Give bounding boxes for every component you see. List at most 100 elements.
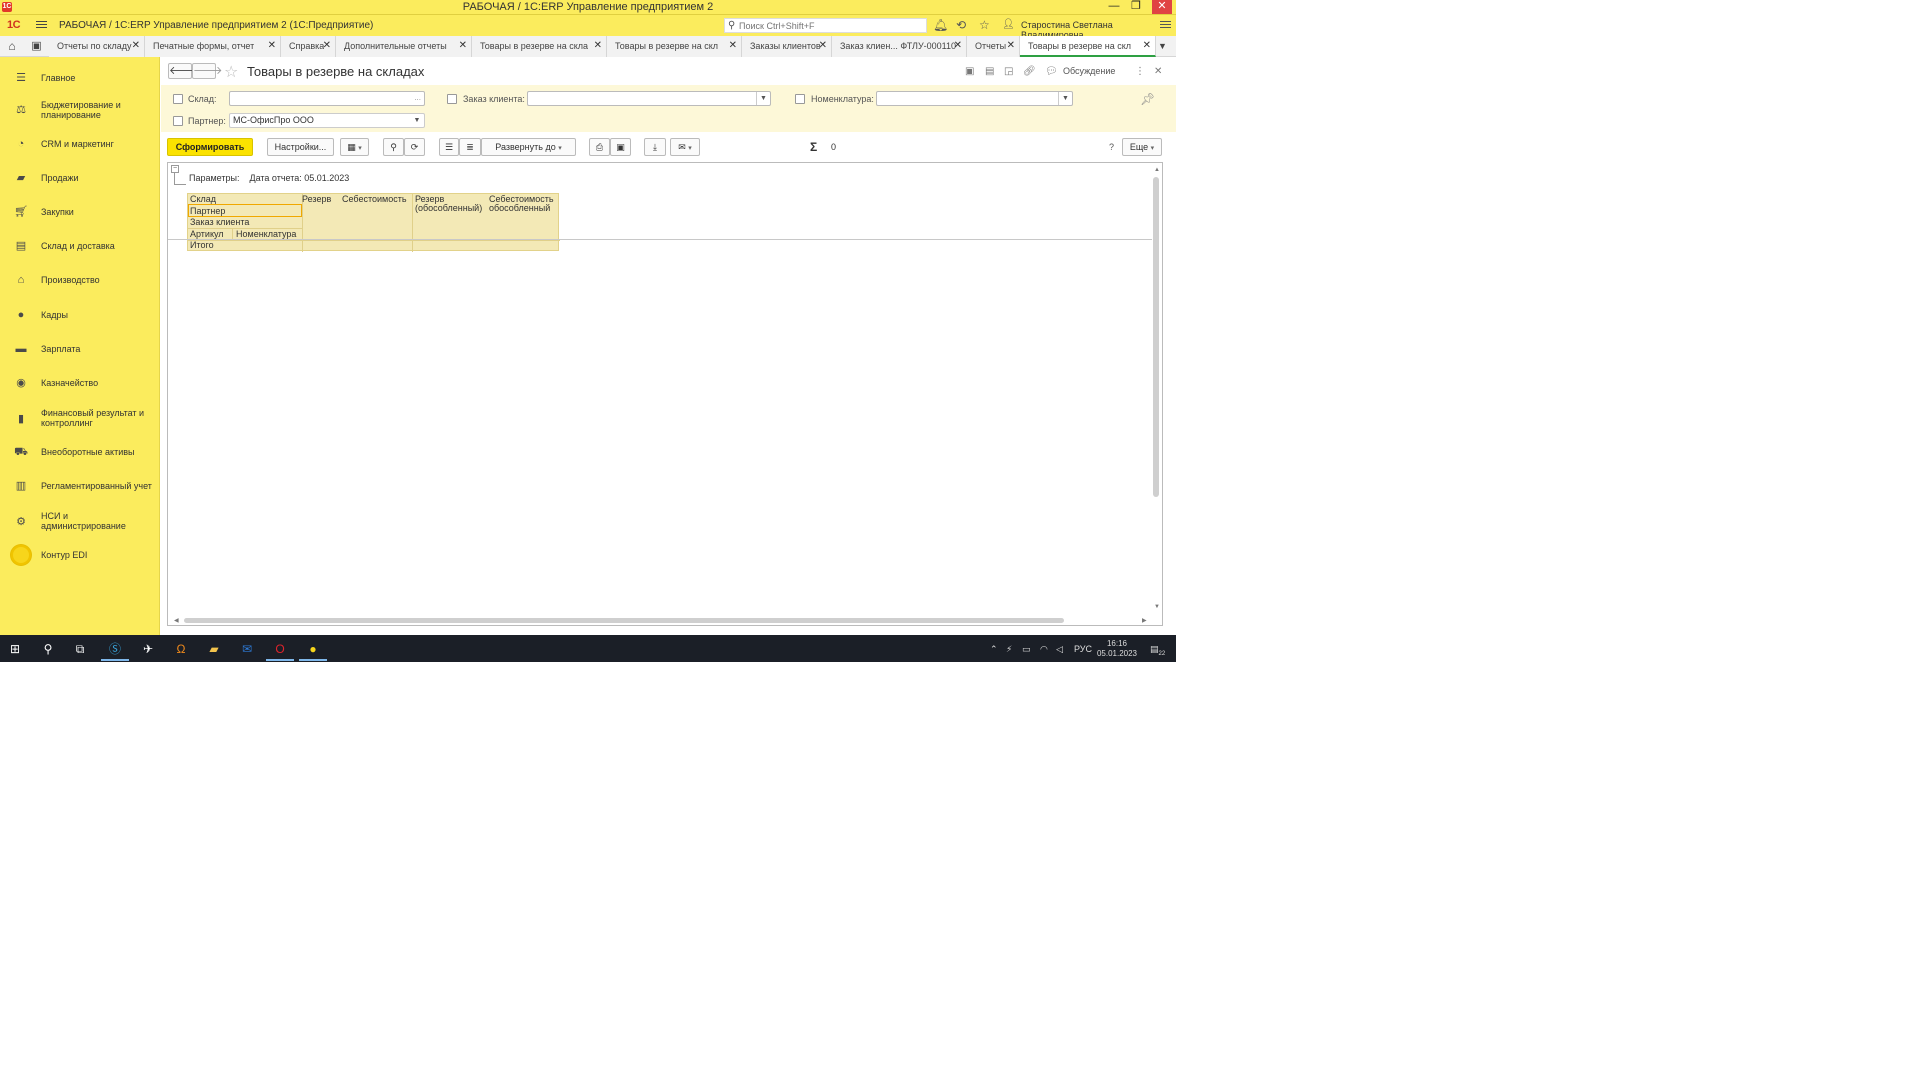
1c-taskbar-icon[interactable]: ● <box>304 640 322 658</box>
tab-pechatnye-formy[interactable]: Печатные формы, отчет ✕ <box>145 36 281 57</box>
more-vertical-icon[interactable]: ⋮ <box>1135 66 1145 77</box>
discussion-button[interactable]: Обсуждение <box>1063 66 1115 76</box>
row-header-partner[interactable]: Партнер <box>190 207 225 216</box>
close-tab-icon[interactable]: ✕ <box>459 40 467 51</box>
zakaz-klienta-field[interactable]: ▼ <box>527 91 771 106</box>
dropdown-icon[interactable]: ▼ <box>1058 92 1072 105</box>
tab-dopolnitelnye-otchety[interactable]: Дополнительные отчеты ✕ <box>336 36 472 57</box>
messenger-icon[interactable]: ✈ <box>139 640 157 658</box>
close-tab-icon[interactable]: ✕ <box>268 40 276 51</box>
close-tab-icon[interactable]: ✕ <box>132 40 140 51</box>
horizontal-scrollbar[interactable] <box>184 618 1064 623</box>
sidebar-item-zarplata[interactable]: ▬ Зарплата <box>0 334 160 364</box>
partner-field[interactable]: МС-ОфисПро ООО ▼ <box>229 113 425 128</box>
select-dots-icon[interactable]: ... <box>414 93 421 102</box>
home-icon[interactable]: ⌂ <box>0 36 24 57</box>
task-view-icon[interactable]: ⧉ <box>71 640 89 658</box>
forward-button[interactable]: 🡒 <box>192 63 223 79</box>
save-icon[interactable]: ▣ <box>965 66 974 77</box>
tray-expand-icon[interactable]: ⌃ <box>990 644 998 655</box>
scroll-down-icon[interactable]: ▼ <box>1154 604 1160 610</box>
sklad-field[interactable]: ... <box>229 91 425 106</box>
tray-volume-icon[interactable]: ◁ <box>1056 644 1063 655</box>
help-icon[interactable]: ? <box>1109 142 1114 152</box>
sidebar-item-crm[interactable]: ◔ CRM и маркетинг <box>0 129 160 159</box>
col-header-rezerv-obosob[interactable]: Резерв (обособленный) <box>415 195 485 213</box>
start-windows-icon[interactable]: ⊞ <box>6 640 24 658</box>
settings-menu-icon[interactable] <box>1160 21 1171 30</box>
back-button[interactable]: 🡐 <box>168 63 199 79</box>
row-itogo[interactable]: Итого <box>190 241 214 250</box>
sidebar-item-glavnoe[interactable]: ☰ Главное <box>0 60 160 90</box>
pin-icon[interactable]: 📌︎ <box>1140 92 1155 106</box>
save-to-file-button[interactable]: ⤓ <box>644 138 666 156</box>
search-next-button[interactable]: ⟳ <box>404 138 425 156</box>
minimize-button[interactable]: — <box>1104 0 1124 14</box>
opera-icon[interactable]: O <box>271 640 289 658</box>
partner-checkbox[interactable] <box>173 116 183 126</box>
tray-network-icon[interactable]: ⚡ <box>1006 644 1012 655</box>
close-tab-icon[interactable]: ✕ <box>729 40 737 51</box>
zakaz-klienta-checkbox[interactable] <box>447 94 457 104</box>
skype-icon[interactable]: Ⓢ <box>106 640 124 658</box>
find-icon[interactable]: ◲ <box>1004 66 1013 77</box>
generate-report-button[interactable]: Сформировать <box>167 138 253 156</box>
search-input[interactable] <box>739 20 924 32</box>
sidebar-item-nsi[interactable]: ⚙ НСИ и администрирование <box>0 506 160 536</box>
nomenklatura-checkbox[interactable] <box>795 94 805 104</box>
expand-to-dropdown[interactable]: Развернуть до ▾ <box>481 138 576 156</box>
history-icon[interactable]: ⟲ <box>956 18 966 32</box>
maximize-button[interactable]: ❐ <box>1126 0 1146 14</box>
expand-groups-button[interactable]: ☰ <box>439 138 459 156</box>
sidebar-item-kontur-edi[interactable]: Контур EDI <box>0 540 160 570</box>
sidebar-item-reglament[interactable]: ▥ Регламентированный учет <box>0 471 160 501</box>
sidebar-item-finrezultat[interactable]: ▮ Финансовый результат и контроллинг <box>0 403 160 433</box>
close-tab-icon[interactable]: ✕ <box>594 40 602 51</box>
system-clock[interactable]: 16:16 05.01.2023 <box>1096 639 1138 659</box>
favorite-star-icon[interactable]: ☆ <box>224 62 238 82</box>
more-button[interactable]: Еще ▾ <box>1122 138 1162 156</box>
report-document[interactable]: − Параметры: Дата отчета: 05.01.2023 Скла… <box>167 162 1163 626</box>
global-search[interactable]: ⚲ <box>724 18 927 33</box>
notifications-icon[interactable]: ▤22 <box>1150 644 1165 657</box>
print-preview-icon[interactable]: ▤ <box>985 66 994 77</box>
close-tab-icon[interactable]: ✕ <box>323 40 331 51</box>
sidebar-item-kadry[interactable]: ● Кадры <box>0 300 160 330</box>
close-tab-icon[interactable]: ✕ <box>1143 40 1151 51</box>
collapse-groups-button[interactable]: ≣ <box>459 138 481 156</box>
tab-otchety-po-skladu[interactable]: Отчеты по складу ✕ <box>49 36 145 57</box>
tab-tovary-v-rezerve-2[interactable]: Товары в резерве на скл ✕ <box>607 36 742 57</box>
tab-otchety[interactable]: Отчеты ✕ <box>967 36 1020 57</box>
favorites-star-icon[interactable]: ☆ <box>979 18 990 32</box>
close-tab-icon[interactable]: ✕ <box>819 40 827 51</box>
tab-tovary-v-rezerve-1[interactable]: Товары в резерве на скла ✕ <box>472 36 607 57</box>
sidebar-item-proizvodstvo[interactable]: ⌂ Производство <box>0 265 160 295</box>
outlook-icon[interactable]: ✉ <box>238 640 256 658</box>
tab-spravka[interactable]: Справка ✕ <box>281 36 336 57</box>
user-icon[interactable]: 👤︎ <box>1002 19 1015 30</box>
scroll-left-icon[interactable]: ◀ <box>174 617 179 624</box>
tab-zakaz-klienta[interactable]: Заказ клиен... ФТЛУ-000110 ✕ <box>832 36 967 57</box>
tabs-more-chevron-icon[interactable]: ▼ <box>1158 41 1167 51</box>
sidebar-item-kaznacheystvo[interactable]: ◉ Казначейство <box>0 368 160 398</box>
folder-icon[interactable]: ▰ <box>205 640 223 658</box>
sum-icon[interactable]: Σ <box>810 140 817 154</box>
row-header-nomenklatura[interactable]: Номенклатура <box>236 230 296 239</box>
close-form-icon[interactable]: ✕ <box>1154 66 1162 77</box>
link-icon[interactable]: 🔗︎ <box>1023 66 1036 77</box>
sidebar-item-sklad[interactable]: ▤ Склад и доставка <box>0 231 160 261</box>
sidebar-item-prodazhi[interactable]: ▰ Продажи <box>0 163 160 193</box>
vertical-scrollbar[interactable] <box>1153 177 1159 497</box>
language-indicator[interactable]: РУС <box>1074 644 1092 654</box>
col-header-sklad[interactable]: Склад <box>190 195 216 204</box>
functions-icon[interactable]: ▣ <box>24 36 49 57</box>
ok-icon[interactable]: Ω <box>172 640 190 658</box>
sklad-checkbox[interactable] <box>173 94 183 104</box>
search-button[interactable]: ⚲ <box>383 138 404 156</box>
discussion-icon[interactable]: 💬︎ <box>1045 66 1058 77</box>
sidebar-item-vneoborotnye[interactable]: ⛟ Внеоборотные активы <box>0 437 160 467</box>
collapse-toggle-icon[interactable]: − <box>171 165 179 173</box>
dropdown-icon[interactable]: ▼ <box>756 92 770 105</box>
close-tab-icon[interactable]: ✕ <box>954 40 962 51</box>
bell-icon[interactable]: 🔔︎ <box>933 18 948 32</box>
